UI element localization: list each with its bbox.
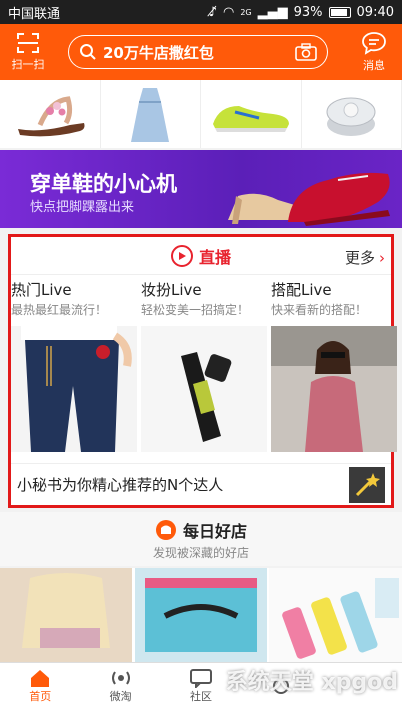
- messages-label: 消息: [363, 59, 385, 72]
- daily-shop-title: 每日好店: [182, 521, 247, 541]
- live-footer-text: 小秘书为你精心推荐的N个达人: [17, 476, 224, 494]
- scan-button[interactable]: 扫一扫: [0, 24, 56, 80]
- live-card-hot[interactable]: 热门Live 最热最红最流行！: [11, 279, 141, 463]
- chat-bubble-icon: [362, 32, 386, 55]
- product-sneaker[interactable]: [201, 80, 302, 148]
- watermark: 系统天堂 xpgod: [225, 670, 398, 695]
- live-card-style[interactable]: 搭配Live 快来看新的搭配！: [271, 279, 401, 463]
- search-input[interactable]: 20万牛店撒红包: [97, 42, 295, 63]
- umbrella-image: [269, 568, 402, 662]
- bedding-image: [134, 568, 267, 662]
- shoes-image: [228, 172, 390, 226]
- live-title[interactable]: 直播: [170, 244, 231, 268]
- shop-card-umbrella[interactable]: [269, 568, 402, 662]
- search-bar[interactable]: 20万牛店撒红包: [68, 35, 328, 69]
- product-dress[interactable]: [101, 80, 201, 148]
- live-columns: 热门Live 最热最红最流行！ 妆扮Live 轻松变美一招搞定！ 搭配Live …: [11, 279, 397, 463]
- card-subtitle: 快来看新的搭配！: [271, 303, 368, 317]
- live-card-makeup[interactable]: 妆扮Live 轻松变美一招搞定！: [141, 279, 271, 463]
- live-section: 直播 更多 › 热门Live 最热最红最流行！ 妆扮Live 轻松变美一招搞定！…: [8, 234, 397, 508]
- card-subtitle: 轻松变美一招搞定！: [141, 303, 250, 317]
- product-cosmetic[interactable]: [302, 80, 402, 148]
- mute-icon: ♪̸: [208, 4, 217, 20]
- sandal-image: [17, 96, 85, 137]
- tab-community-label: 社区: [190, 689, 213, 703]
- card-title: 热门Live: [11, 281, 72, 299]
- tab-weitao[interactable]: 微淘: [80, 663, 160, 708]
- search-icon: [80, 44, 96, 60]
- carrier-label: 中国联通: [8, 6, 61, 22]
- dress-image: [131, 88, 170, 142]
- network-label: 2G: [240, 7, 252, 17]
- camera-icon[interactable]: [295, 43, 317, 61]
- home-icon: [31, 669, 50, 687]
- header: 扫一扫 20万牛店撒红包 消息: [0, 24, 402, 80]
- tab-weitao-label: 微淘: [109, 689, 132, 703]
- promo-banner[interactable]: 穿单鞋的小心机 快点把脚踝露出来: [0, 150, 402, 228]
- daily-shop-header[interactable]: 每日好店 发现被深藏的好店: [0, 512, 402, 566]
- shop-icon: [155, 519, 176, 540]
- live-title-label: 直播: [198, 247, 231, 267]
- scan-icon: [17, 33, 39, 53]
- wifi-icon: ◠: [222, 4, 235, 20]
- card-title: 搭配Live: [271, 281, 332, 299]
- scan-label: 扫一扫: [11, 58, 45, 71]
- card-subtitle: 最热最红最流行！: [11, 303, 108, 317]
- banner-title: 穿单鞋的小心机: [30, 172, 177, 196]
- magic-wand-icon: [349, 466, 385, 503]
- compact-image: [326, 97, 376, 136]
- sneaker-image: [212, 106, 289, 132]
- messages-button[interactable]: 消息: [346, 24, 402, 80]
- banner-subtitle: 快点把脚踝露出来: [30, 200, 135, 215]
- cosmetics-image: [141, 326, 267, 452]
- live-header: 直播 更多 ›: [11, 237, 391, 275]
- more-link[interactable]: 更多 ›: [345, 247, 385, 268]
- shop-card-bedding[interactable]: [134, 568, 268, 662]
- signal-icon: ▂▄▆: [257, 4, 288, 20]
- clock: 09:40: [356, 4, 394, 20]
- tab-home-label: 首页: [29, 689, 52, 703]
- jeans-image: [11, 326, 137, 452]
- chevron-right-icon: ›: [379, 249, 385, 267]
- bedroom-image: [0, 568, 132, 662]
- community-icon: [190, 668, 213, 688]
- broadcast-icon: [111, 670, 130, 685]
- status-bar: 中国联通 ♪̸ ◠ 2G ▂▄▆ 93% 09:40: [0, 0, 402, 24]
- play-icon: [170, 244, 193, 267]
- model-image: [271, 326, 397, 452]
- product-strip: [0, 80, 402, 148]
- battery-percent: 93%: [293, 4, 323, 20]
- shop-images: [0, 568, 402, 662]
- tab-home[interactable]: 首页: [0, 663, 80, 708]
- card-title: 妆扮Live: [141, 281, 202, 299]
- battery-icon: [328, 6, 351, 18]
- product-sandal[interactable]: [0, 80, 101, 148]
- live-footer[interactable]: 小秘书为你精心推荐的N个达人: [11, 463, 391, 505]
- daily-shop-subtitle: 发现被深藏的好店: [152, 545, 249, 560]
- shop-card-bedroom[interactable]: [0, 568, 133, 662]
- more-label: 更多: [344, 249, 375, 267]
